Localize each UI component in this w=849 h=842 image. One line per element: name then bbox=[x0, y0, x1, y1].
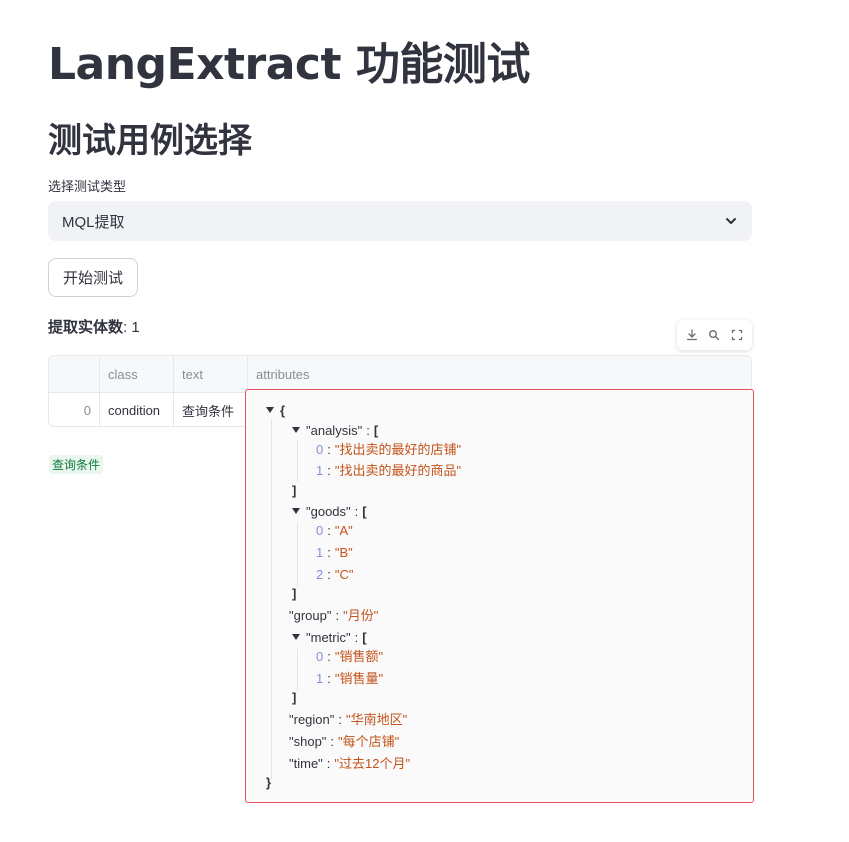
section-title: 测试用例选择 bbox=[48, 121, 252, 161]
indent-guide bbox=[271, 420, 272, 780]
download-icon[interactable] bbox=[685, 328, 699, 342]
search-icon[interactable] bbox=[707, 328, 721, 342]
cell-class[interactable]: condition bbox=[100, 392, 174, 426]
column-header-index[interactable] bbox=[49, 356, 100, 392]
json-key-region: "region": "华南地区" bbox=[289, 712, 408, 727]
entity-count-label: 提取实体数 bbox=[48, 319, 124, 336]
json-array-item: 1: "B" bbox=[316, 545, 353, 560]
start-test-button[interactable]: 开始测试 bbox=[48, 258, 138, 297]
collapse-triangle-icon[interactable] bbox=[292, 634, 300, 640]
indent-guide bbox=[297, 649, 298, 691]
json-array-close: ] bbox=[292, 586, 297, 601]
json-array-item: 2: "C" bbox=[316, 567, 354, 582]
entity-count: 提取实体数: 1 bbox=[48, 316, 140, 337]
entity-count-value: 1 bbox=[131, 319, 140, 336]
json-key-metric[interactable]: "metric":[ bbox=[292, 629, 367, 647]
collapse-triangle-icon[interactable] bbox=[292, 508, 300, 514]
indent-guide bbox=[297, 523, 298, 587]
fullscreen-icon[interactable] bbox=[730, 328, 744, 342]
highlight-tag: 查询条件 bbox=[49, 455, 104, 474]
json-key-goods[interactable]: "goods":[ bbox=[292, 503, 367, 521]
json-key-time: "time": "过去12个月" bbox=[289, 756, 411, 771]
row-index: 0 bbox=[49, 392, 100, 426]
json-array-item: 1: "找出卖的最好的商品" bbox=[316, 463, 462, 478]
json-root-close: } bbox=[266, 775, 272, 790]
table-toolbar bbox=[677, 320, 752, 350]
page-title: LangExtract 功能测试 bbox=[48, 39, 530, 90]
column-header-attributes[interactable]: attributes bbox=[248, 356, 751, 392]
select-label: 选择测试类型 bbox=[48, 179, 127, 194]
indent-guide bbox=[297, 440, 298, 482]
json-key-analysis[interactable]: "analysis":[ bbox=[292, 422, 378, 440]
json-array-item: 0: "销售额" bbox=[316, 649, 384, 664]
collapse-triangle-icon[interactable] bbox=[266, 407, 274, 413]
json-key-shop: "shop": "每个店铺" bbox=[289, 734, 400, 749]
json-root-open[interactable]: { bbox=[266, 402, 285, 420]
json-array-item: 0: "A" bbox=[316, 523, 353, 538]
json-array-close: ] bbox=[292, 690, 297, 705]
json-array-item: 0: "找出卖的最好的店铺" bbox=[316, 442, 462, 457]
json-key-group: "group": "月份" bbox=[289, 608, 379, 623]
chevron-down-icon bbox=[726, 218, 736, 224]
column-header-text[interactable]: text bbox=[174, 356, 248, 392]
table-header: class text attributes bbox=[49, 356, 751, 393]
attributes-json-viewer[interactable]: { "analysis":[ 0: "找出卖的最好的店铺" 1: "找出卖的最好的商… bbox=[245, 389, 754, 803]
json-array-close: ] bbox=[292, 483, 297, 498]
collapse-triangle-icon[interactable] bbox=[292, 427, 300, 433]
test-type-select[interactable]: MQL提取 bbox=[48, 201, 752, 241]
cell-text[interactable]: 查询条件 bbox=[174, 392, 248, 426]
column-header-class[interactable]: class bbox=[100, 356, 174, 392]
json-array-item: 1: "销售量" bbox=[316, 671, 384, 686]
select-value: MQL提取 bbox=[62, 213, 125, 231]
